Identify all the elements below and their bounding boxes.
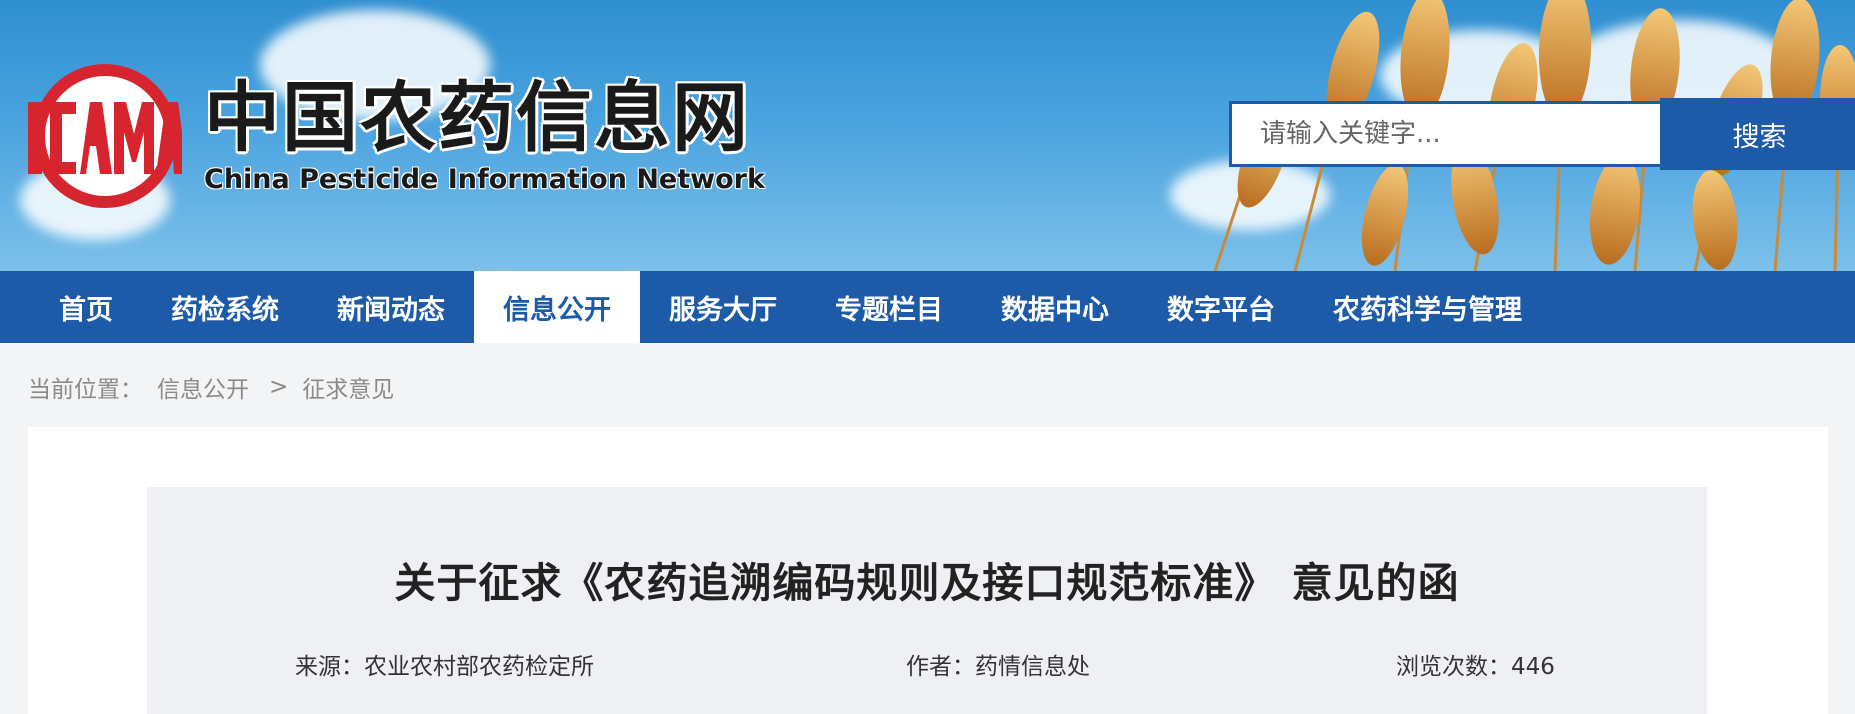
breadcrumb-separator: > xyxy=(269,373,289,400)
nav-item-home[interactable]: 首页 xyxy=(30,271,142,343)
header-banner: 中国农药信息网 China Pesticide Information Netw… xyxy=(0,0,1855,271)
nav-item-pesticide-science[interactable]: 农药科学与管理 xyxy=(1304,271,1551,343)
breadcrumb-prefix: 当前位置： xyxy=(28,376,143,403)
nav-item-data-center[interactable]: 数据中心 xyxy=(972,271,1138,343)
article-header: 关于征求《农药追溯编码规则及接口规范标准》 意见的函 来源：农业农村部农药检定所… xyxy=(147,487,1707,714)
nav-item-service-hall[interactable]: 服务大厅 xyxy=(640,271,806,343)
article-container: 关于征求《农药追溯编码规则及接口规范标准》 意见的函 来源：农业农村部农药检定所… xyxy=(28,427,1828,714)
breadcrumb: 当前位置： 信息公开 > 征求意见 xyxy=(0,343,1855,430)
site-name-en: China Pesticide Information Network xyxy=(204,164,765,195)
article-source: 来源：农业农村部农药检定所 xyxy=(295,654,594,680)
breadcrumb-item-info-disclosure[interactable]: 信息公开 xyxy=(157,370,249,404)
search-button[interactable]: 搜索 xyxy=(1660,98,1855,170)
article-meta: 来源：农业农村部农药检定所 作者：药情信息处 浏览次数：446 xyxy=(147,647,1707,681)
search-bar: 搜索 xyxy=(1229,98,1855,170)
breadcrumb-item-solicit-opinions[interactable]: 征求意见 xyxy=(302,370,394,404)
nav-item-news[interactable]: 新闻动态 xyxy=(308,271,474,343)
main-nav: 首页 药检系统 新闻动态 信息公开 服务大厅 专题栏目 数据中心 数字平台 农药… xyxy=(0,271,1855,343)
nav-item-info-disclosure[interactable]: 信息公开 xyxy=(474,271,640,343)
icama-logo xyxy=(28,64,182,208)
nav-item-special-topics[interactable]: 专题栏目 xyxy=(806,271,972,343)
search-input[interactable] xyxy=(1229,101,1660,167)
nav-item-inspection-system[interactable]: 药检系统 xyxy=(142,271,308,343)
nav-item-digital-platform[interactable]: 数字平台 xyxy=(1138,271,1304,343)
article-author: 作者：药情信息处 xyxy=(906,654,1090,680)
article-view-count: 浏览次数：446 xyxy=(1396,654,1555,680)
site-name-cn: 中国农药信息网 xyxy=(204,73,750,162)
article-title: 关于征求《农药追溯编码规则及接口规范标准》 意见的函 xyxy=(394,559,1460,607)
site-logo[interactable]: 中国农药信息网 China Pesticide Information Netw… xyxy=(28,62,765,210)
